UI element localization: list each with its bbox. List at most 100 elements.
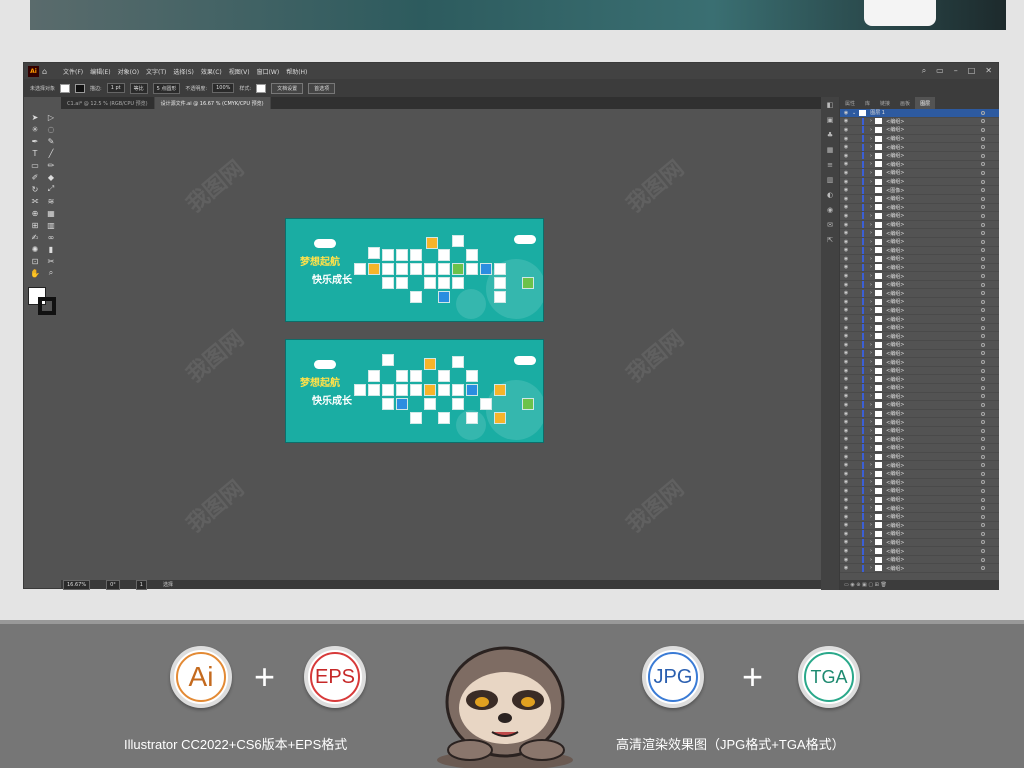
- expand-chevron-icon[interactable]: ›: [870, 316, 872, 322]
- expand-chevron-icon[interactable]: ›: [870, 514, 872, 520]
- expand-chevron-icon[interactable]: ›: [870, 144, 872, 150]
- layer-row[interactable]: ◉ › <编组>: [840, 178, 999, 187]
- target-icon[interactable]: [981, 282, 985, 287]
- close-icon[interactable]: ✕: [985, 66, 992, 76]
- target-icon[interactable]: [981, 411, 985, 416]
- opacity-field[interactable]: 100%: [212, 83, 235, 93]
- target-icon[interactable]: [981, 299, 985, 304]
- stroke-swatch[interactable]: [75, 83, 86, 93]
- target-icon[interactable]: [981, 325, 985, 330]
- menu-view[interactable]: 视图(V): [229, 67, 250, 76]
- eye-icon[interactable]: ◉: [840, 471, 852, 477]
- target-icon[interactable]: [981, 488, 985, 493]
- target-icon[interactable]: [981, 549, 985, 554]
- rectangle-tool-icon[interactable]: ▭: [29, 160, 41, 170]
- menu-window[interactable]: 窗口(W): [257, 67, 280, 76]
- eye-icon[interactable]: ◉: [840, 497, 852, 503]
- expand-chevron-icon[interactable]: ›: [870, 488, 872, 494]
- expand-chevron-icon[interactable]: ›: [870, 411, 872, 417]
- eye-icon[interactable]: ◉: [840, 368, 852, 374]
- layer-row[interactable]: ◉ › <编组>: [840, 246, 999, 256]
- style-swatch[interactable]: [256, 83, 267, 93]
- slice-tool-icon[interactable]: ✂: [45, 256, 57, 266]
- eye-icon[interactable]: ◉: [840, 316, 852, 322]
- expand-chevron-icon[interactable]: ›: [870, 479, 872, 485]
- perspective-icon[interactable]: ▦: [45, 208, 57, 218]
- layers-footer-icons[interactable]: ▭ ◉ ⊕ ▣ ▢ ⊞ 🗑: [844, 582, 887, 588]
- layer-row[interactable]: ◉ › <编组>: [840, 298, 999, 307]
- eye-icon[interactable]: ◉: [840, 264, 852, 270]
- eye-icon[interactable]: ◉: [840, 161, 852, 167]
- menu-object[interactable]: 对象(O): [118, 67, 139, 76]
- eye-icon[interactable]: ◉: [840, 290, 852, 296]
- eye-icon[interactable]: ◉: [840, 488, 852, 494]
- eye-icon[interactable]: ◉: [840, 299, 852, 305]
- eye-icon[interactable]: ◉: [840, 325, 852, 331]
- target-icon[interactable]: [981, 480, 985, 485]
- scale-tool-icon[interactable]: ⤢: [45, 184, 57, 194]
- expand-chevron-icon[interactable]: ›: [870, 445, 872, 451]
- eye-icon[interactable]: ◉: [840, 376, 852, 382]
- layer-row[interactable]: ◉ › <编组>: [840, 195, 999, 204]
- target-icon[interactable]: [981, 162, 985, 167]
- eye-icon[interactable]: ◉: [840, 445, 852, 451]
- layer-row[interactable]: ◉ › <编组>: [840, 289, 999, 299]
- target-icon[interactable]: [981, 136, 985, 141]
- tab-document-1[interactable]: C1.ai* @ 12.5 % (RGB/CPU 预览): [61, 97, 155, 109]
- expand-chevron-icon[interactable]: ›: [870, 307, 872, 313]
- eye-icon[interactable]: ◉: [840, 539, 852, 545]
- expand-chevron-icon[interactable]: ›: [870, 213, 872, 219]
- target-icon[interactable]: [981, 360, 985, 365]
- swatches-icon[interactable]: ▦: [827, 146, 834, 154]
- export-icon[interactable]: ⇱: [827, 236, 833, 244]
- target-icon[interactable]: [981, 153, 985, 158]
- menu-type[interactable]: 文字(T): [146, 67, 166, 76]
- eye-icon[interactable]: ◉: [840, 179, 852, 185]
- tab-artboards[interactable]: 画板: [895, 97, 915, 109]
- layer-row[interactable]: ◉ › <编组>: [840, 135, 999, 144]
- expand-chevron-icon[interactable]: ›: [870, 127, 872, 133]
- target-icon[interactable]: [981, 179, 985, 184]
- target-icon[interactable]: [981, 188, 985, 193]
- pen-tool-icon[interactable]: ✒: [29, 136, 41, 146]
- layer-row[interactable]: ◉ › <编组>: [840, 513, 999, 522]
- hand-tool-icon[interactable]: ✋: [29, 268, 41, 278]
- eye-icon[interactable]: ◉: [840, 256, 852, 262]
- layer-row[interactable]: ◉ › <编组>: [840, 538, 999, 548]
- layer-row[interactable]: ◉ › <编组>: [840, 221, 999, 230]
- expand-chevron-icon[interactable]: ›: [870, 136, 872, 142]
- brush-tool-icon[interactable]: ✐: [29, 172, 41, 182]
- target-icon[interactable]: [981, 222, 985, 227]
- expand-chevron-icon[interactable]: ›: [870, 376, 872, 382]
- layer-row[interactable]: ◉ › <编组>: [840, 435, 999, 445]
- mesh-tool-icon[interactable]: ⊞: [29, 220, 41, 230]
- document-setup-button[interactable]: 文档设置: [271, 82, 304, 94]
- menu-file[interactable]: 文件(F): [63, 67, 83, 76]
- eyedropper-icon[interactable]: ✍: [29, 232, 41, 242]
- layer-row[interactable]: ◉ › <编组>: [840, 212, 999, 221]
- transparency-icon[interactable]: ◐: [827, 191, 833, 199]
- expand-chevron-icon[interactable]: ›: [870, 256, 872, 262]
- search-icon[interactable]: ⌕: [922, 66, 926, 76]
- layer-row[interactable]: ◉ › <编组>: [840, 229, 999, 238]
- eye-icon[interactable]: ◉: [840, 333, 852, 339]
- expand-chevron-icon[interactable]: ›: [870, 239, 872, 245]
- layer-row[interactable]: ◉ › <编组>: [840, 238, 999, 247]
- layer-row[interactable]: ◉›<图像>: [840, 186, 999, 195]
- menu-effect[interactable]: 效果(C): [201, 67, 222, 76]
- layer-row[interactable]: ◉ › <编组>: [840, 203, 999, 213]
- direct-selection-tool-icon[interactable]: ▷: [45, 112, 57, 122]
- eye-icon[interactable]: ◉: [840, 454, 852, 460]
- target-icon[interactable]: [981, 248, 985, 253]
- artboard-number-field[interactable]: 1: [135, 579, 147, 590]
- target-icon[interactable]: [981, 463, 985, 468]
- preferences-button[interactable]: 首选项: [308, 82, 336, 94]
- expand-chevron-icon[interactable]: ›: [870, 368, 872, 374]
- target-icon[interactable]: [981, 119, 985, 124]
- curvature-tool-icon[interactable]: ✎: [45, 136, 57, 146]
- zoom-tool-icon[interactable]: ⌕: [45, 268, 57, 278]
- target-icon[interactable]: [981, 213, 985, 218]
- eye-icon[interactable]: ◉: [840, 230, 852, 236]
- expand-chevron-icon[interactable]: ›: [870, 557, 872, 563]
- symbols-icon[interactable]: ♣: [827, 131, 833, 139]
